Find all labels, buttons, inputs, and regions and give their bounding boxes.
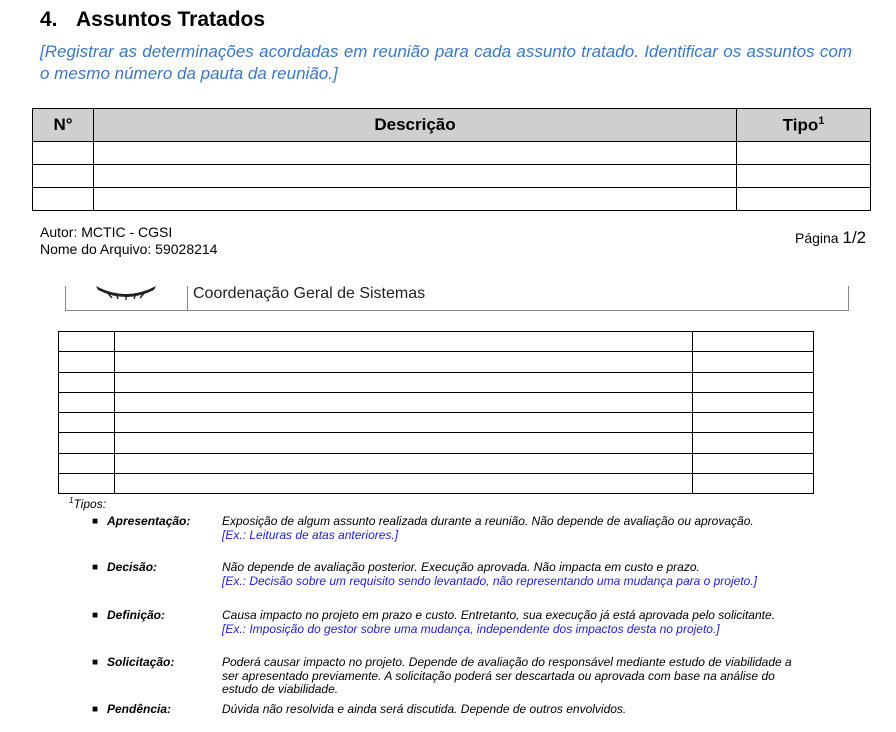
table-cell[interactable]	[58, 351, 115, 373]
bullet-icon: ■	[92, 610, 99, 621]
tipo-desc: Exposição de algum assunto realizada dur…	[222, 514, 754, 528]
table-row	[58, 412, 814, 434]
section-number: 4.	[40, 8, 58, 31]
table-row	[58, 330, 814, 353]
table-cell[interactable]	[692, 330, 814, 353]
tipo-name: Decisão:	[107, 560, 158, 574]
page2-header-divider	[187, 286, 188, 310]
table-cell[interactable]	[58, 371, 115, 393]
bullet-icon: ■	[92, 562, 99, 573]
tipo-example: [Ex.: Imposição do gestor sobre uma muda…	[222, 621, 720, 636]
page2-org-name: Coordenação Geral de Sistemas	[193, 285, 426, 302]
table-cell[interactable]	[114, 452, 693, 475]
table-row	[32, 164, 871, 188]
table-cell[interactable]	[58, 452, 115, 475]
table-cell[interactable]	[58, 391, 115, 414]
table-cell[interactable]	[114, 351, 693, 373]
header-tipo-label: Tipo	[782, 115, 819, 135]
table-cell[interactable]	[692, 412, 814, 434]
table-cell[interactable]	[58, 432, 115, 454]
table-row	[58, 351, 814, 373]
tipo-desc-block: Dúvida não resolvida e ainda será discut…	[222, 702, 802, 717]
table-cell[interactable]	[736, 141, 871, 165]
section-title: Assuntos Tratados	[76, 8, 266, 31]
table-cell[interactable]	[32, 164, 94, 188]
table-cell[interactable]	[114, 391, 693, 414]
table-cell[interactable]	[114, 371, 693, 393]
page-footer-left: Autor: MCTIC - CGSI Nome do Arquivo: 590…	[40, 224, 217, 258]
header-tipo: Tipo1	[736, 108, 871, 142]
tipo-desc: Não depende de avaliação posterior. Exec…	[222, 560, 700, 574]
tipo-example: [Ex.: Leituras de atas anteriores.]	[222, 527, 399, 542]
table-cell[interactable]	[93, 187, 737, 211]
table-cell[interactable]	[114, 330, 693, 353]
header-tipo-footnote: 1	[818, 114, 825, 127]
header-descricao: Descrição	[93, 108, 737, 142]
table-cell[interactable]	[692, 351, 814, 373]
table-cell[interactable]	[114, 412, 693, 434]
table-cell[interactable]	[58, 473, 115, 495]
tipos-title-label: Tipos:	[73, 497, 107, 511]
table-cell[interactable]	[93, 164, 737, 188]
table-cell[interactable]	[114, 432, 693, 454]
tipo-name: Definição:	[107, 608, 166, 622]
table-cell[interactable]	[736, 187, 871, 211]
table-row	[32, 141, 871, 165]
tipo-example: [Ex.: Decisão sobre um requisito sendo l…	[222, 573, 757, 588]
table-cell[interactable]	[736, 164, 871, 188]
tipo-desc-block: Exposição de algum assunto realizada dur…	[222, 514, 802, 542]
tipo-name: Pendência:	[107, 702, 172, 716]
footer-autor: Autor: MCTIC - CGSI	[40, 224, 173, 240]
table-row	[58, 473, 814, 495]
tipo-desc-block: Não depende de avaliação posterior. Exec…	[222, 560, 802, 588]
bullet-icon: ■	[92, 657, 99, 668]
footer-arquivo: Nome do Arquivo: 59028214	[40, 241, 218, 257]
assuntos-table: N° Descrição Tipo1	[32, 108, 871, 211]
footer-pagina-label: Página	[795, 230, 839, 246]
tipo-desc: Dúvida não resolvida e ainda será discut…	[222, 702, 627, 716]
page-footer-right: Página 1/2	[795, 228, 866, 248]
table-cell[interactable]	[32, 187, 94, 211]
tipo-name: Apresentação:	[107, 514, 191, 528]
table-cell[interactable]	[58, 330, 115, 353]
tipo-name: Solicitação:	[107, 655, 175, 669]
table-cell[interactable]	[692, 473, 814, 495]
coat-of-arms-icon	[96, 286, 156, 300]
bullet-icon: ■	[92, 516, 99, 527]
table-cell[interactable]	[692, 432, 814, 454]
tipo-desc-block: Causa impacto no projeto em prazo e cust…	[222, 608, 802, 636]
tipo-desc: Poderá causar impacto no projeto. Depend…	[222, 655, 792, 696]
table-cell[interactable]	[692, 371, 814, 393]
table-row	[58, 391, 814, 414]
table-row	[58, 371, 814, 393]
tipo-desc: Causa impacto no projeto em prazo e cust…	[222, 608, 775, 622]
table-cell[interactable]	[93, 141, 737, 165]
table-row	[58, 432, 814, 454]
table-row	[58, 452, 814, 475]
table-cell[interactable]	[114, 473, 693, 495]
table-cell[interactable]	[692, 391, 814, 414]
page2-header-box	[65, 286, 849, 311]
table-cell[interactable]	[58, 412, 115, 434]
tipos-title: 1Tipos:	[69, 496, 106, 511]
tipo-desc-block: Poderá causar impacto no projeto. Depend…	[222, 655, 802, 697]
table-cell[interactable]	[692, 452, 814, 475]
table-header-row: N° Descrição Tipo1	[32, 108, 871, 142]
table-cell[interactable]	[32, 141, 94, 165]
section-instruction: [Registrar as determinações acordadas em…	[40, 42, 852, 83]
header-num: N°	[32, 108, 94, 142]
assuntos-table-continued	[58, 330, 814, 495]
bullet-icon: ■	[92, 704, 99, 715]
table-row	[32, 187, 871, 211]
footer-pagina-value: 1/2	[842, 228, 867, 247]
section-heading: 4. Assuntos Tratados	[40, 8, 265, 32]
